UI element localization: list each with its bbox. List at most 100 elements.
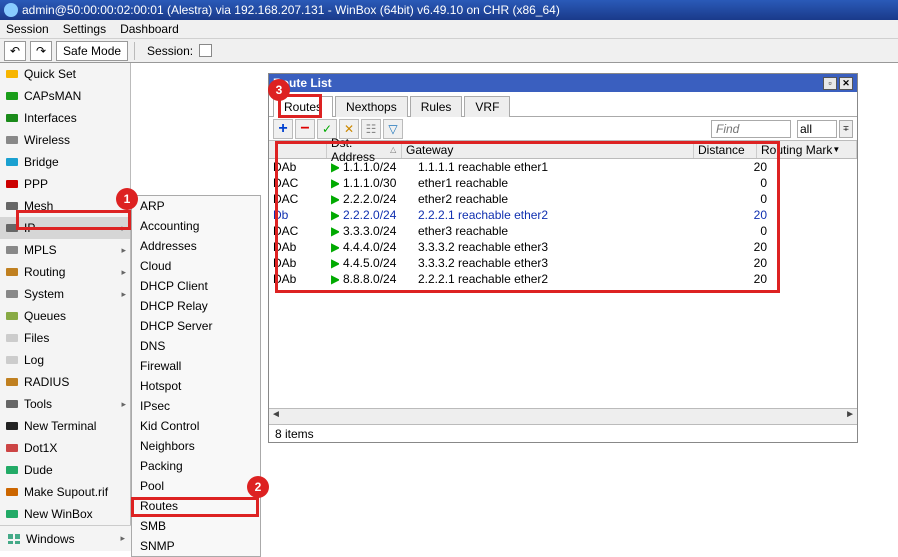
- submenu-item-snmp[interactable]: SNMP: [132, 536, 260, 556]
- route-tabs: RoutesNexthopsRulesVRF: [269, 92, 857, 117]
- submenu-item-hotspot[interactable]: Hotspot: [132, 376, 260, 396]
- route-row[interactable]: DAC▶2.2.2.0/24ether2 reachable0: [269, 191, 857, 207]
- windows-bar[interactable]: Windows ▸: [0, 525, 131, 551]
- minimize-button[interactable]: ▫: [823, 77, 837, 90]
- submenu-item-firewall[interactable]: Firewall: [132, 356, 260, 376]
- caps-icon: [4, 89, 20, 103]
- wand-icon: [4, 67, 20, 81]
- safe-mode-button[interactable]: Safe Mode: [56, 41, 128, 61]
- close-button[interactable]: ✕: [839, 77, 853, 90]
- term-icon: [4, 419, 20, 433]
- sidebar-item-routing[interactable]: Routing▸: [0, 261, 130, 283]
- route-row[interactable]: DAb▶4.4.4.0/243.3.3.2 reachable ether320: [269, 239, 857, 255]
- route-row[interactable]: DAb▶8.8.8.0/242.2.2.1 reachable ether220: [269, 271, 857, 287]
- gateway-cell: 3.3.3.2 reachable ether3: [414, 240, 706, 254]
- route-window-titlebar[interactable]: Route List ▫ ✕: [269, 74, 857, 92]
- col-gateway[interactable]: Gateway: [402, 141, 694, 158]
- horizontal-scrollbar[interactable]: [269, 408, 857, 424]
- filter-select[interactable]: [797, 120, 837, 138]
- submenu-item-neighbors[interactable]: Neighbors: [132, 436, 260, 456]
- menu-dashboard[interactable]: Dashboard: [120, 22, 179, 36]
- submenu-item-smb[interactable]: SMB: [132, 516, 260, 536]
- dst-cell: 2.2.2.0/24: [339, 192, 414, 206]
- flag-cell: Db: [269, 208, 327, 222]
- tab-vrf[interactable]: VRF: [464, 96, 510, 117]
- annotation-badge-1: 1: [116, 188, 138, 210]
- tab-nexthops[interactable]: Nexthops: [335, 96, 408, 117]
- submenu-item-dhcp-relay[interactable]: DHCP Relay: [132, 296, 260, 316]
- session-checkbox[interactable]: [199, 44, 212, 57]
- sidebar-item-make-supout-rif[interactable]: Make Supout.rif: [0, 481, 130, 503]
- flag-cell: DAb: [269, 160, 327, 174]
- sidebar-item-wireless[interactable]: Wireless: [0, 129, 130, 151]
- submenu-item-ipsec[interactable]: IPsec: [132, 396, 260, 416]
- filter-dropdown-icon[interactable]: ∓: [839, 120, 853, 138]
- sidebar-item-quick-set[interactable]: Quick Set: [0, 63, 130, 85]
- route-row[interactable]: DAC▶1.1.1.0/30ether1 reachable0: [269, 175, 857, 191]
- submenu-item-arp[interactable]: ARP: [132, 196, 260, 216]
- undo-button[interactable]: ↶: [4, 41, 26, 61]
- sidebar-item-capsman[interactable]: CAPsMAN: [0, 85, 130, 107]
- redo-button[interactable]: ↷: [30, 41, 52, 61]
- route-row[interactable]: DAC▶3.3.3.0/24ether3 reachable0: [269, 223, 857, 239]
- sidebar-item-bridge[interactable]: Bridge: [0, 151, 130, 173]
- sidebar-item-ppp[interactable]: PPP: [0, 173, 130, 195]
- tab-rules[interactable]: Rules: [410, 96, 463, 117]
- col-routing-mark[interactable]: Routing Mark ▼: [757, 141, 857, 158]
- radius-icon: [4, 375, 20, 389]
- sidebar-item-dude[interactable]: Dude: [0, 459, 130, 481]
- windows-icon: [6, 532, 22, 546]
- submenu-item-packing[interactable]: Packing: [132, 456, 260, 476]
- submenu-item-accounting[interactable]: Accounting: [132, 216, 260, 236]
- sidebar-item-system[interactable]: System▸: [0, 283, 130, 305]
- sidebar-item-radius[interactable]: RADIUS: [0, 371, 130, 393]
- route-row[interactable]: Db▶2.2.2.0/242.2.2.1 reachable ether220: [269, 207, 857, 223]
- submenu-item-kid-control[interactable]: Kid Control: [132, 416, 260, 436]
- col-distance[interactable]: Distance: [694, 141, 757, 158]
- sidebar-item-label: Dude: [24, 463, 53, 477]
- sidebar-item-files[interactable]: Files: [0, 327, 130, 349]
- mesh-icon: [4, 199, 20, 213]
- submenu-item-cloud[interactable]: Cloud: [132, 256, 260, 276]
- remove-button[interactable]: −: [295, 119, 315, 139]
- sidebar-item-dot1x[interactable]: Dot1X: [0, 437, 130, 459]
- route-row[interactable]: DAb▶1.1.1.0/241.1.1.1 reachable ether120: [269, 159, 857, 175]
- mpls-icon: [4, 243, 20, 257]
- find-input[interactable]: [711, 120, 791, 138]
- chevron-right-icon: ▸: [120, 533, 125, 544]
- windows-label: Windows: [26, 532, 75, 546]
- sidebar-item-mpls[interactable]: MPLS▸: [0, 239, 130, 261]
- add-button[interactable]: +: [273, 119, 293, 139]
- sidebar-item-mesh[interactable]: Mesh: [0, 195, 130, 217]
- sidebar-item-queues[interactable]: Queues: [0, 305, 130, 327]
- distance-cell: 0: [706, 176, 769, 190]
- menu-settings[interactable]: Settings: [63, 22, 106, 36]
- sidebar-item-label: Interfaces: [24, 111, 77, 125]
- col-dst[interactable]: Dst. Address△: [327, 141, 402, 158]
- sidebar-item-label: Bridge: [24, 155, 59, 169]
- submenu-item-dhcp-server[interactable]: DHCP Server: [132, 316, 260, 336]
- sidebar-item-new-terminal[interactable]: New Terminal: [0, 415, 130, 437]
- sidebar-item-tools[interactable]: Tools▸: [0, 393, 130, 415]
- sidebar-item-label: PPP: [24, 177, 48, 191]
- files-icon: [4, 331, 20, 345]
- flag-cell: DAb: [269, 240, 327, 254]
- submenu-item-dns[interactable]: DNS: [132, 336, 260, 356]
- menu-session[interactable]: Session: [6, 22, 49, 36]
- submenu-item-pool[interactable]: Pool: [132, 476, 260, 496]
- ppp-icon: [4, 177, 20, 191]
- submenu-item-addresses[interactable]: Addresses: [132, 236, 260, 256]
- sidebar-item-log[interactable]: Log: [0, 349, 130, 371]
- distance-cell: 0: [706, 192, 769, 206]
- routing-icon: [4, 265, 20, 279]
- distance-cell: 20: [706, 272, 769, 286]
- sidebar-item-interfaces[interactable]: Interfaces: [0, 107, 130, 129]
- submenu-item-dhcp-client[interactable]: DHCP Client: [132, 276, 260, 296]
- ip-icon: [4, 221, 20, 235]
- submenu-item-routes[interactable]: Routes: [132, 496, 260, 516]
- sidebar-item-new-winbox[interactable]: New WinBox: [0, 503, 130, 525]
- sort-asc-icon: △: [390, 145, 397, 154]
- sidebar-item-ip[interactable]: IP▸: [0, 217, 130, 239]
- route-row[interactable]: DAb▶4.4.5.0/243.3.3.2 reachable ether320: [269, 255, 857, 271]
- col-flags[interactable]: [269, 141, 327, 158]
